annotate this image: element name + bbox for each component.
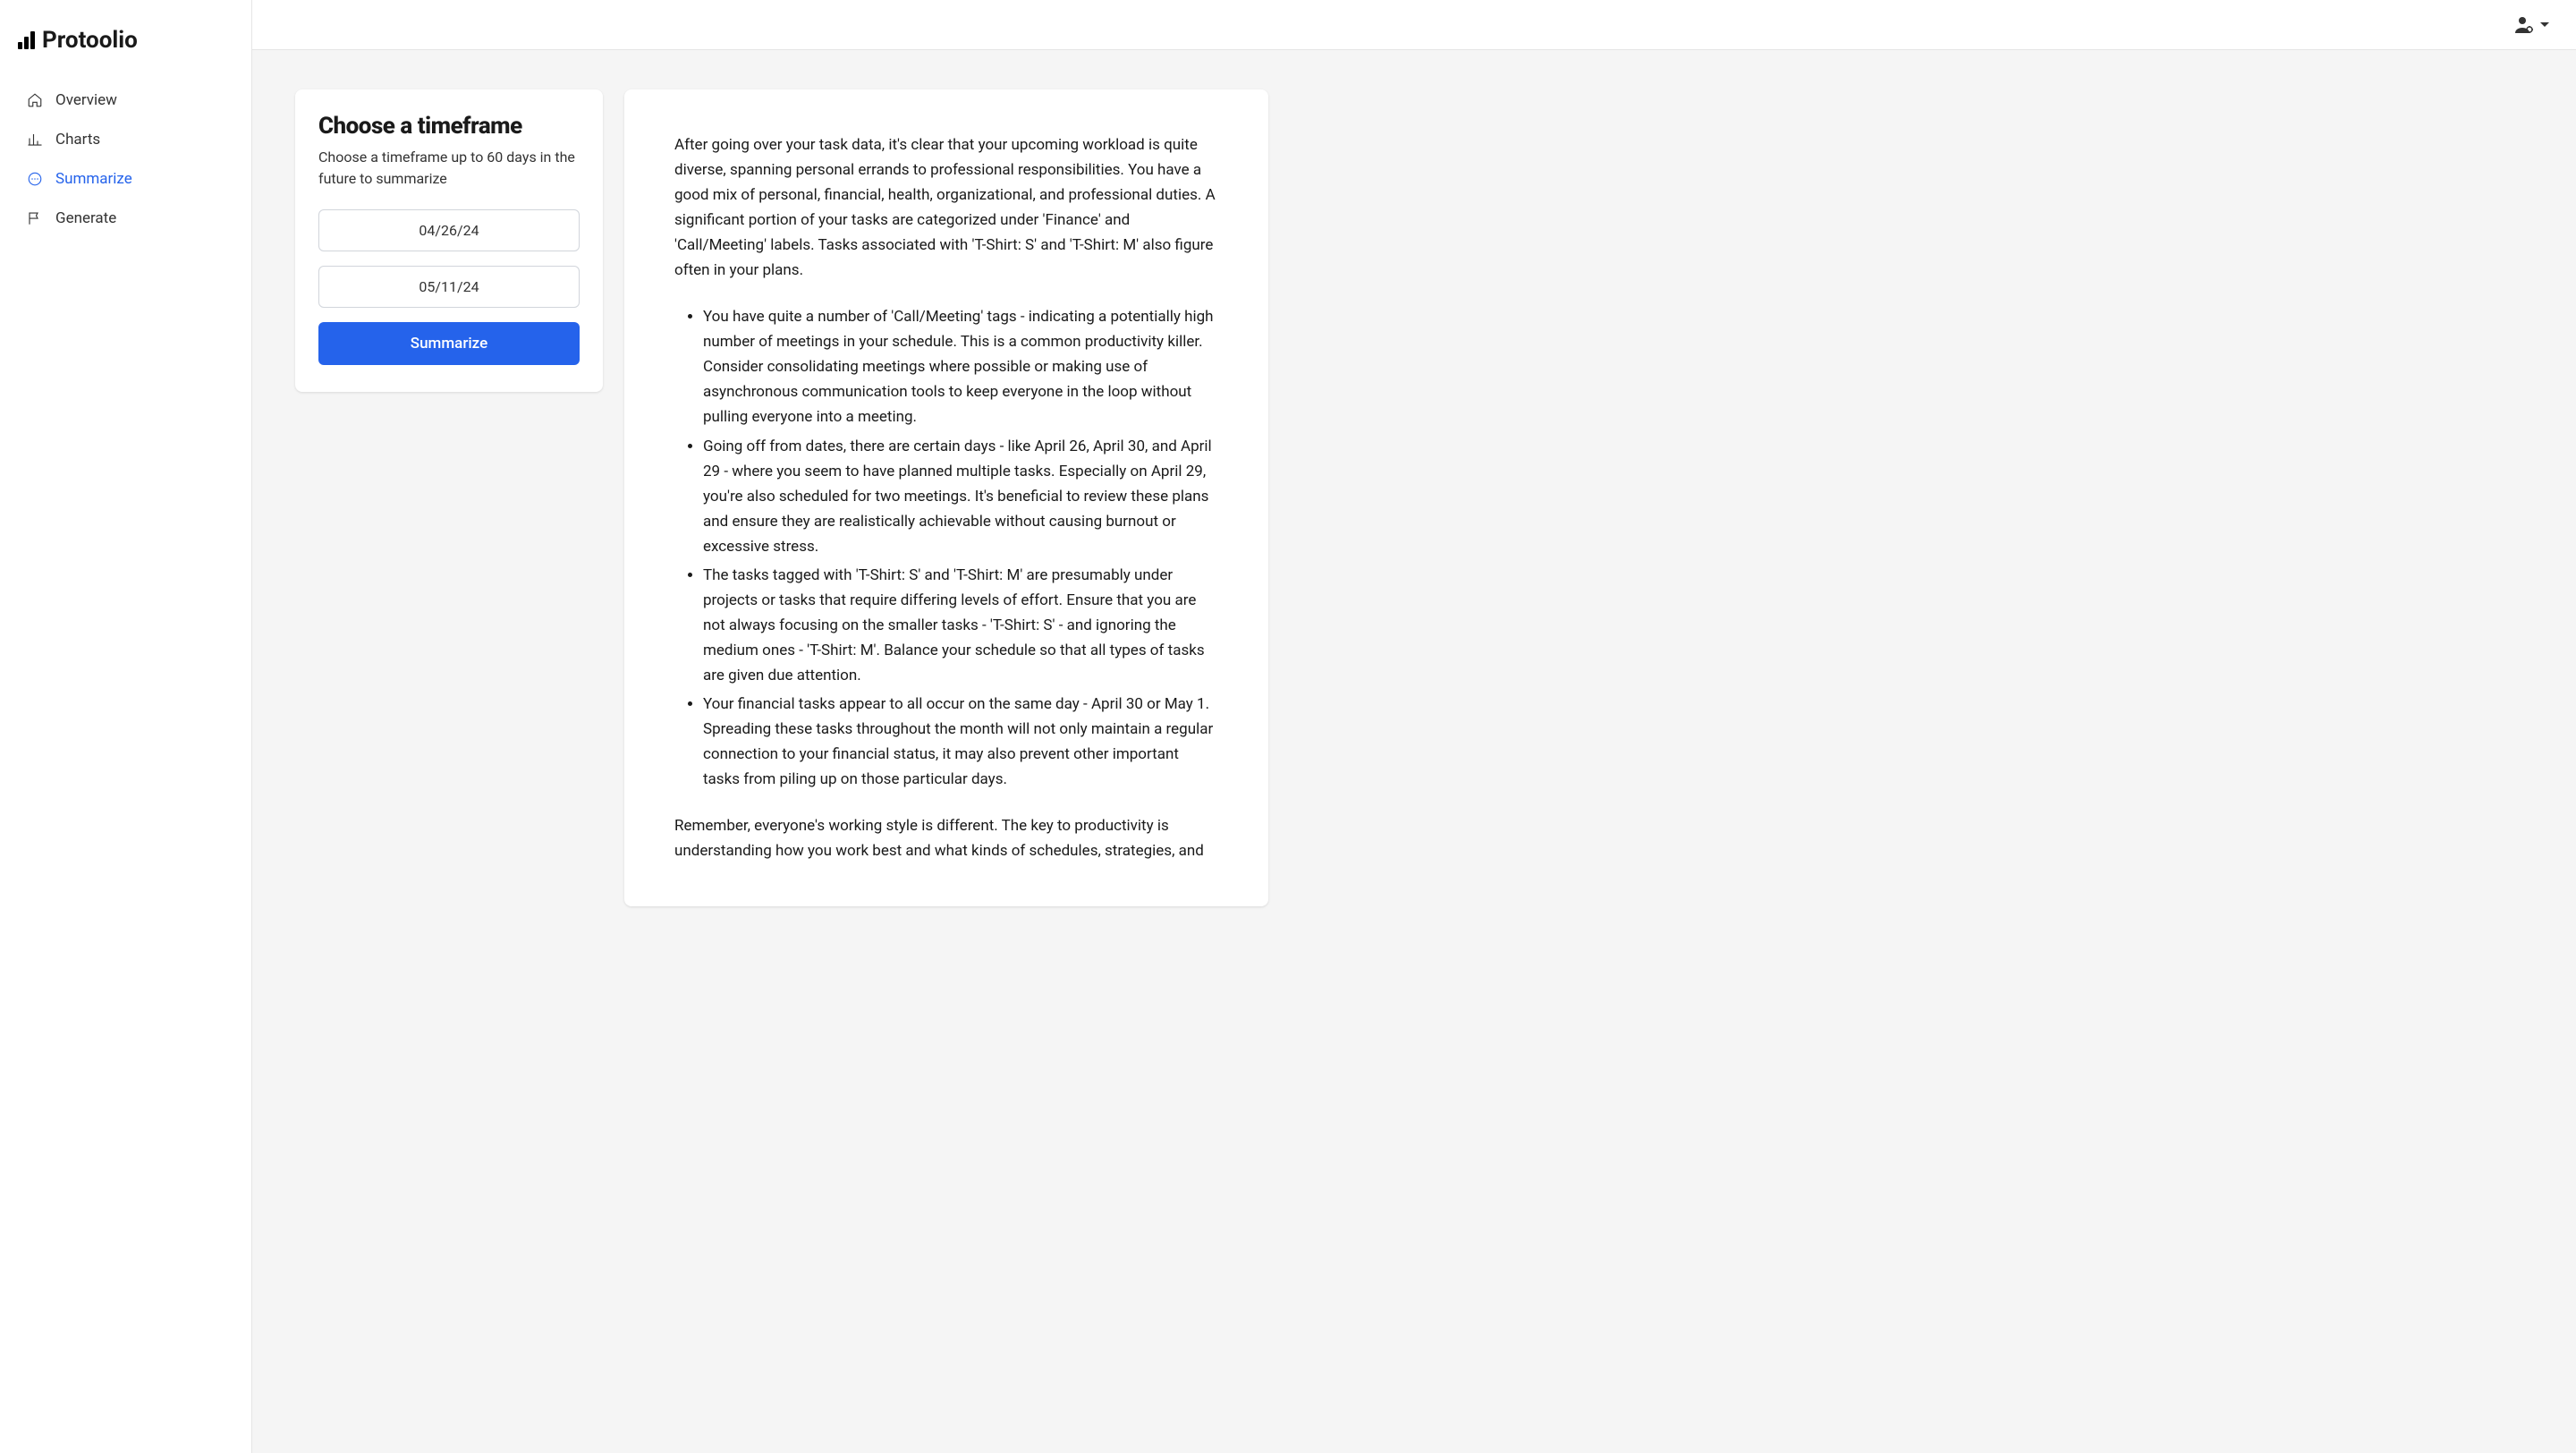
house-icon (27, 92, 43, 108)
sidebar-item-label: Generate (55, 209, 116, 227)
summary-bullet: You have quite a number of 'Call/Meeting… (703, 304, 1218, 429)
brand-name: Protoolio (42, 27, 138, 54)
user-menu[interactable] (2513, 14, 2549, 36)
summary-bullet: Going off from dates, there are certain … (703, 434, 1218, 559)
sidebar-item-overview[interactable]: Overview (0, 81, 251, 120)
summary-card: After going over your task data, it's cl… (624, 89, 1268, 906)
sidebar-item-label: Summarize (55, 170, 132, 188)
sidebar-item-charts[interactable]: Charts (0, 120, 251, 159)
timeframe-subtitle: Choose a timeframe up to 60 days in the … (318, 147, 580, 190)
timeframe-heading: Choose a timeframe (318, 113, 580, 140)
summary-intro: After going over your task data, it's cl… (674, 132, 1218, 283)
summary-bullet-list: You have quite a number of 'Call/Meeting… (674, 304, 1218, 792)
sidebar: Protoolio Overview Charts Summarize (0, 0, 252, 1453)
summary-bullet: The tasks tagged with 'T-Shirt: S' and '… (703, 563, 1218, 688)
brand-logo-icon (18, 31, 35, 49)
summary-bullet: Your financial tasks appear to all occur… (703, 692, 1218, 792)
end-date-input[interactable] (318, 266, 580, 308)
chevron-down-icon (2540, 22, 2549, 27)
content: Choose a timeframe Choose a timeframe up… (252, 50, 2576, 1453)
sidebar-item-generate[interactable]: Generate (0, 199, 251, 238)
summary-outro: Remember, everyone's working style is di… (674, 813, 1218, 863)
start-date-input[interactable] (318, 209, 580, 251)
chat-icon (27, 171, 43, 187)
main-area: Choose a timeframe Choose a timeframe up… (252, 0, 2576, 1453)
topbar (252, 0, 2576, 50)
summarize-button[interactable]: Summarize (318, 322, 580, 365)
sidebar-item-summarize[interactable]: Summarize (0, 159, 251, 199)
brand-logo[interactable]: Protoolio (0, 27, 251, 81)
user-settings-icon (2513, 14, 2535, 36)
sidebar-nav: Overview Charts Summarize Generate (0, 81, 251, 238)
flag-icon (27, 210, 43, 226)
sidebar-item-label: Overview (55, 91, 117, 109)
bar-chart-icon (27, 132, 43, 148)
timeframe-card: Choose a timeframe Choose a timeframe up… (295, 89, 603, 392)
sidebar-item-label: Charts (55, 131, 100, 149)
